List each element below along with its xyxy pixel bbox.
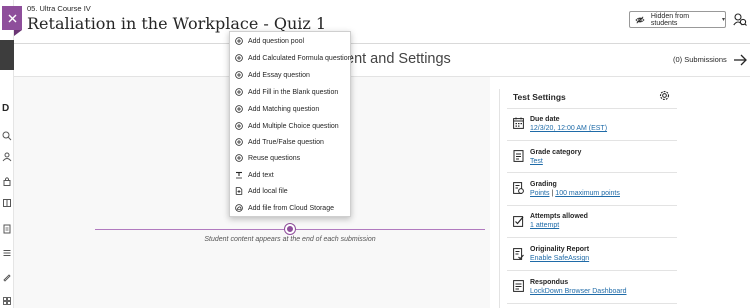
background-nav-letter: D bbox=[2, 103, 10, 114]
background-list-icon bbox=[2, 248, 12, 258]
menu-item-label: Reuse questions bbox=[248, 154, 301, 162]
close-icon bbox=[8, 14, 16, 22]
setting-label-due-date: Due date bbox=[530, 116, 560, 123]
settings-divider bbox=[507, 172, 677, 173]
test-settings-title: Test Settings bbox=[513, 92, 566, 102]
menu-item-add-essay[interactable]: Add Essay question bbox=[230, 67, 352, 83]
close-button-tail bbox=[14, 30, 22, 36]
visibility-dropdown[interactable]: Hidden from students ▾ bbox=[629, 11, 726, 28]
plus-circle-icon bbox=[235, 122, 243, 130]
setting-label-grade-category: Grade category bbox=[530, 149, 582, 156]
student-preview-icon[interactable] bbox=[733, 12, 747, 26]
file-upload-icon bbox=[235, 187, 243, 195]
setting-value-respondus[interactable]: LockDown Browser Dashboard bbox=[530, 288, 627, 295]
settings-divider bbox=[507, 108, 677, 109]
background-search-icon bbox=[2, 131, 12, 141]
setting-value-due-date[interactable]: 12/3/20, 12:00 AM (EST) bbox=[530, 125, 607, 132]
menu-item-label: Add Multiple Choice question bbox=[248, 122, 339, 130]
page: D 05. Ultra Course IV Retaliation in the… bbox=[0, 0, 750, 308]
settings-divider bbox=[507, 237, 677, 238]
visibility-label: Hidden from students bbox=[650, 12, 690, 27]
content-settings-title: ent and Settings bbox=[346, 51, 451, 67]
close-panel-button[interactable] bbox=[2, 6, 22, 30]
setting-value-attempts[interactable]: 1 attempt bbox=[530, 222, 559, 229]
setting-label-respondus: Respondus bbox=[530, 279, 569, 286]
menu-item-label: Add question pool bbox=[248, 37, 305, 45]
setting-value-grade-category[interactable]: Test bbox=[530, 158, 543, 165]
settings-divider bbox=[507, 270, 677, 271]
menu-item-label: Add True/False question bbox=[248, 138, 324, 146]
calendar-icon bbox=[513, 117, 524, 129]
setting-label-attempts: Attempts allowed bbox=[530, 213, 588, 220]
menu-item-add-true-false[interactable]: Add True/False question bbox=[230, 134, 352, 150]
background-grid-icon bbox=[2, 296, 12, 306]
grading-max-points-link[interactable]: 100 maximum points bbox=[555, 190, 620, 197]
menu-item-add-question-pool[interactable]: Add question pool bbox=[230, 33, 352, 49]
settings-divider bbox=[507, 205, 677, 206]
plus-circle-icon bbox=[235, 138, 243, 146]
header-divider bbox=[14, 43, 750, 44]
grading-points-link[interactable]: Points bbox=[530, 190, 549, 197]
menu-item-add-multiple-choice[interactable]: Add Multiple Choice question bbox=[230, 118, 352, 134]
menu-item-label: Add Matching question bbox=[248, 105, 320, 113]
course-name: 05. Ultra Course IV bbox=[27, 4, 91, 13]
menu-item-add-cloud-file[interactable]: Add file from Cloud Storage bbox=[230, 200, 352, 216]
menu-item-label: Add file from Cloud Storage bbox=[248, 204, 334, 212]
setting-value-grading: Points | 100 maximum points bbox=[530, 190, 620, 197]
setting-value-originality[interactable]: Enable SafeAssign bbox=[530, 255, 589, 262]
plus-circle-icon bbox=[235, 88, 243, 96]
text-icon bbox=[235, 171, 243, 179]
menu-item-add-matching[interactable]: Add Matching question bbox=[230, 101, 352, 117]
menu-item-label: Add local file bbox=[248, 187, 288, 195]
arrow-right-icon[interactable] bbox=[733, 53, 747, 67]
menu-item-label: Add Calculated Formula question bbox=[248, 54, 352, 62]
menu-item-add-text[interactable]: Add text bbox=[230, 167, 352, 183]
chevron-down-icon: ▾ bbox=[721, 17, 725, 23]
gear-icon[interactable] bbox=[658, 89, 671, 102]
menu-item-label: Add text bbox=[248, 171, 274, 179]
background-book-icon bbox=[2, 198, 12, 208]
menu-item-add-fill-in-blank[interactable]: Add Fill in the Blank question bbox=[230, 84, 352, 100]
grading-icon bbox=[513, 182, 524, 194]
submissions-link[interactable]: (0) Submissions bbox=[673, 55, 727, 64]
plus-circle-icon bbox=[235, 154, 243, 162]
respondus-icon bbox=[513, 280, 524, 292]
menu-item-label: Add Fill in the Blank question bbox=[248, 88, 339, 96]
attempts-icon bbox=[513, 216, 524, 227]
menu-item-add-local-file[interactable]: Add local file bbox=[230, 183, 352, 199]
grading-separator: | bbox=[551, 190, 554, 197]
grade-category-icon bbox=[513, 150, 524, 162]
background-doc-icon bbox=[2, 224, 12, 234]
menu-item-add-calculated-formula[interactable]: Add Calculated Formula question bbox=[230, 50, 352, 66]
plus-circle-icon bbox=[235, 37, 243, 45]
plus-circle-icon bbox=[235, 105, 243, 113]
originality-icon bbox=[513, 248, 524, 260]
setting-label-originality: Originality Report bbox=[530, 246, 590, 253]
background-people-icon bbox=[2, 152, 12, 162]
plus-circle-icon bbox=[235, 54, 243, 62]
menu-item-label: Add Essay question bbox=[248, 71, 310, 79]
background-dark-block bbox=[0, 40, 14, 70]
settings-divider bbox=[507, 140, 677, 141]
plus-circle-icon bbox=[235, 71, 243, 79]
setting-label-grading: Grading bbox=[530, 181, 557, 188]
add-content-menu: Add question pool Add Calculated Formula… bbox=[229, 31, 352, 217]
insert-content-button[interactable] bbox=[285, 224, 295, 234]
cloud-icon bbox=[235, 204, 243, 212]
background-pencil-icon bbox=[2, 272, 12, 282]
background-lock-icon bbox=[2, 176, 12, 186]
student-content-note: Student content appears at the end of ea… bbox=[204, 236, 376, 243]
settings-divider bbox=[507, 303, 677, 304]
eye-slash-icon bbox=[635, 16, 645, 23]
menu-item-reuse-questions[interactable]: Reuse questions bbox=[230, 150, 352, 166]
